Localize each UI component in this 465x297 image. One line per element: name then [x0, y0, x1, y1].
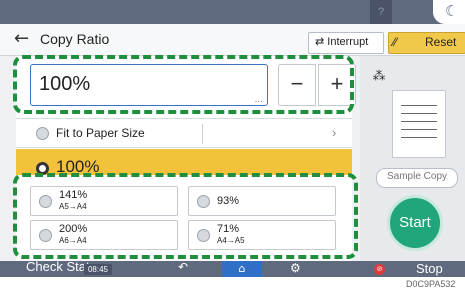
fit-option-label: Fit to Paper Size — [56, 126, 145, 140]
preview-panel: ⁂ Sample Copy Start — [360, 56, 465, 261]
energy-saver-button[interactable]: ☾ — [433, 0, 465, 24]
figure-caption: D0C9PA532 — [406, 279, 456, 289]
preview-line — [401, 129, 437, 130]
reset-icon: ⁄⁄ — [393, 35, 398, 49]
stop-button[interactable]: Stop — [416, 261, 443, 276]
color-mode-icon[interactable]: ⁂ — [370, 68, 388, 86]
undo-icon[interactable]: ↶ — [178, 260, 188, 274]
divider — [202, 124, 203, 144]
fit-radio-button[interactable] — [36, 127, 49, 140]
start-button[interactable]: Start — [387, 195, 443, 251]
interrupt-icon: ⇄ — [315, 36, 325, 48]
copier-screen: ? ☾ ← Copy Ratio ⇄ Interrupt ⁄⁄ Reset 10… — [0, 0, 465, 277]
paper-preview — [392, 90, 446, 158]
moon-icon: ☾ — [445, 2, 459, 20]
reset-label: Reset — [425, 35, 457, 49]
preview-line — [401, 113, 437, 114]
interrupt-label: Interrupt — [327, 36, 369, 48]
preview-line — [401, 105, 437, 106]
selected-ratio-option[interactable]: 100% — [16, 149, 352, 175]
stop-icon[interactable]: ⊘ — [374, 264, 385, 275]
presets-highlight — [13, 173, 358, 259]
settings-gear-icon[interactable]: ⚙ — [290, 261, 301, 275]
page-title: Copy Ratio — [40, 31, 110, 47]
bottom-bar: Check Status 08:45 ↶ ⌂ ⚙ ⊘ Stop — [0, 259, 465, 277]
sample-copy-button[interactable]: Sample Copy — [376, 168, 458, 188]
preview-line — [401, 121, 437, 122]
ratio-input-highlight — [13, 55, 354, 114]
chevron-right-icon[interactable]: › — [332, 125, 336, 140]
preview-line — [401, 137, 437, 138]
title-bar: ← Copy Ratio ⇄ Interrupt ⁄⁄ Reset — [0, 24, 465, 56]
fit-to-paper-size-option[interactable]: Fit to Paper Size › — [16, 118, 352, 148]
reset-button[interactable]: ⁄⁄ Reset — [388, 32, 465, 54]
help-icon[interactable]: ? — [370, 4, 392, 20]
interrupt-button[interactable]: ⇄ Interrupt — [308, 32, 384, 54]
home-icon: ⌂ — [238, 262, 246, 275]
back-arrow-icon[interactable]: ← — [14, 28, 29, 49]
clock: 08:45 — [84, 264, 112, 275]
top-status-bar: ? ☾ — [0, 0, 465, 24]
home-button[interactable]: ⌂ — [222, 261, 262, 277]
